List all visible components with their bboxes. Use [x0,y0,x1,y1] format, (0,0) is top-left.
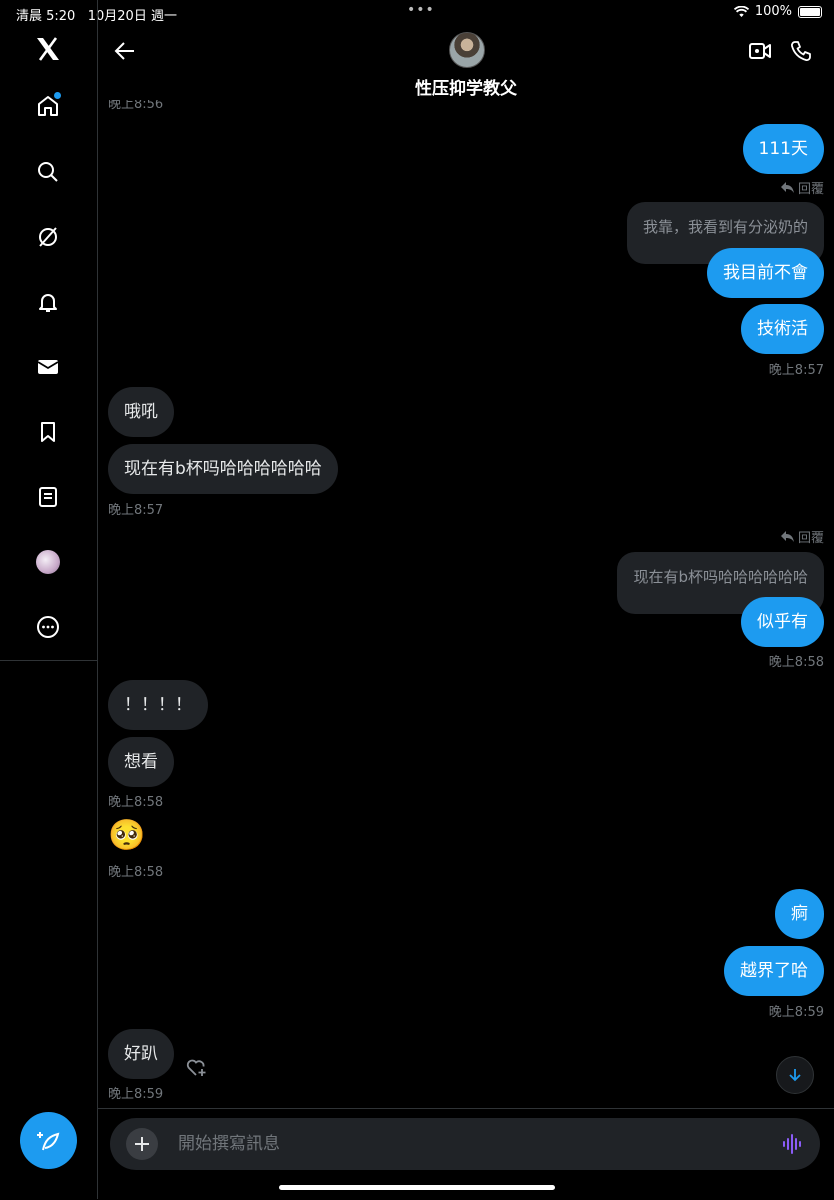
search-icon[interactable] [28,152,68,192]
battery-percent: 100% [754,4,792,19]
message-list[interactable]: 晚上8:56 111天 回覆 我靠，我看到有分泌奶的 我目前不會 技術活 晚上8… [98,100,834,1108]
message-bubble-out[interactable]: 我目前不會 [707,248,824,298]
message-bubble-in[interactable]: 现在有b杯吗哈哈哈哈哈哈 [108,444,338,494]
message-bubble-out[interactable]: 技術活 [741,304,824,354]
phone-call-button[interactable] [786,36,816,66]
more-icon[interactable] [28,607,68,647]
video-call-icon [749,43,771,59]
sidebar-divider [0,660,97,661]
add-reaction-icon[interactable] [186,1057,208,1081]
message-bubble-in[interactable]: 想看 [108,737,174,787]
lists-icon[interactable] [28,477,68,517]
message-bubble-out[interactable]: 越界了哈 [724,946,824,996]
message-timestamp: 晚上8:57 [108,503,164,518]
reply-arrow-icon [780,182,794,193]
message-bubble-in[interactable]: 哦吼 [108,387,174,437]
compose-button[interactable] [20,1112,77,1169]
voice-message-icon[interactable] [782,1132,804,1160]
message-timestamp: 晚上8:57 [768,363,824,378]
conversation-header: 性压抑学教父 [98,26,834,100]
wifi-icon [733,5,749,17]
add-attachment-button[interactable] [126,1128,158,1160]
mail-icon[interactable] [28,347,68,387]
message-timestamp: 晚上8:56 [108,100,164,112]
reply-arrow-icon [780,531,794,542]
message-bubble-out[interactable]: 111天 [742,124,824,174]
battery-icon [798,5,822,18]
contact-name[interactable]: 性压抑学教父 [98,74,834,99]
home-icon[interactable] [28,86,68,126]
x-logo-icon[interactable] [28,29,68,69]
reply-tag: 回覆 [780,527,824,546]
back-button[interactable] [110,36,140,66]
home-indicator[interactable] [279,1185,555,1190]
message-composer[interactable]: 開始撰寫訊息 [110,1118,820,1170]
bell-icon[interactable] [28,282,68,322]
notification-dot [54,92,61,99]
message-timestamp: 晚上8:58 [108,795,164,810]
plus-icon [135,1137,149,1151]
message-timestamp: 晚上8:59 [108,1087,164,1102]
status-bar: 清晨 5:20 10月20日 週一 ••• 100% [0,0,834,26]
message-bubble-out[interactable]: 似乎有 [741,597,824,647]
message-timestamp: 晚上8:58 [108,865,164,880]
arrow-down-icon [789,1069,801,1082]
video-call-button[interactable] [745,36,775,66]
multitask-dots[interactable]: ••• [407,2,435,18]
message-timestamp: 晚上8:58 [768,655,824,670]
message-bubble-in[interactable]: ！！！！ [108,680,208,730]
reply-tag: 回覆 [780,178,824,197]
message-input[interactable]: 開始撰寫訊息 [178,1118,280,1170]
scroll-to-bottom-button[interactable] [776,1056,814,1094]
sidebar-nav [0,0,98,1199]
emoji-message[interactable]: 🥺 [108,818,145,853]
feather-plus-icon [36,1131,59,1150]
message-bubble-out[interactable]: 痾 [775,889,824,939]
grok-icon[interactable] [28,217,68,257]
bookmark-icon[interactable] [28,412,68,452]
profile-avatar[interactable] [28,542,68,582]
contact-avatar[interactable] [449,32,485,68]
message-timestamp: 晚上8:59 [768,1005,824,1020]
phone-icon [791,41,811,61]
message-bubble-in[interactable]: 好趴 [108,1029,174,1079]
back-arrow-icon [114,42,134,60]
